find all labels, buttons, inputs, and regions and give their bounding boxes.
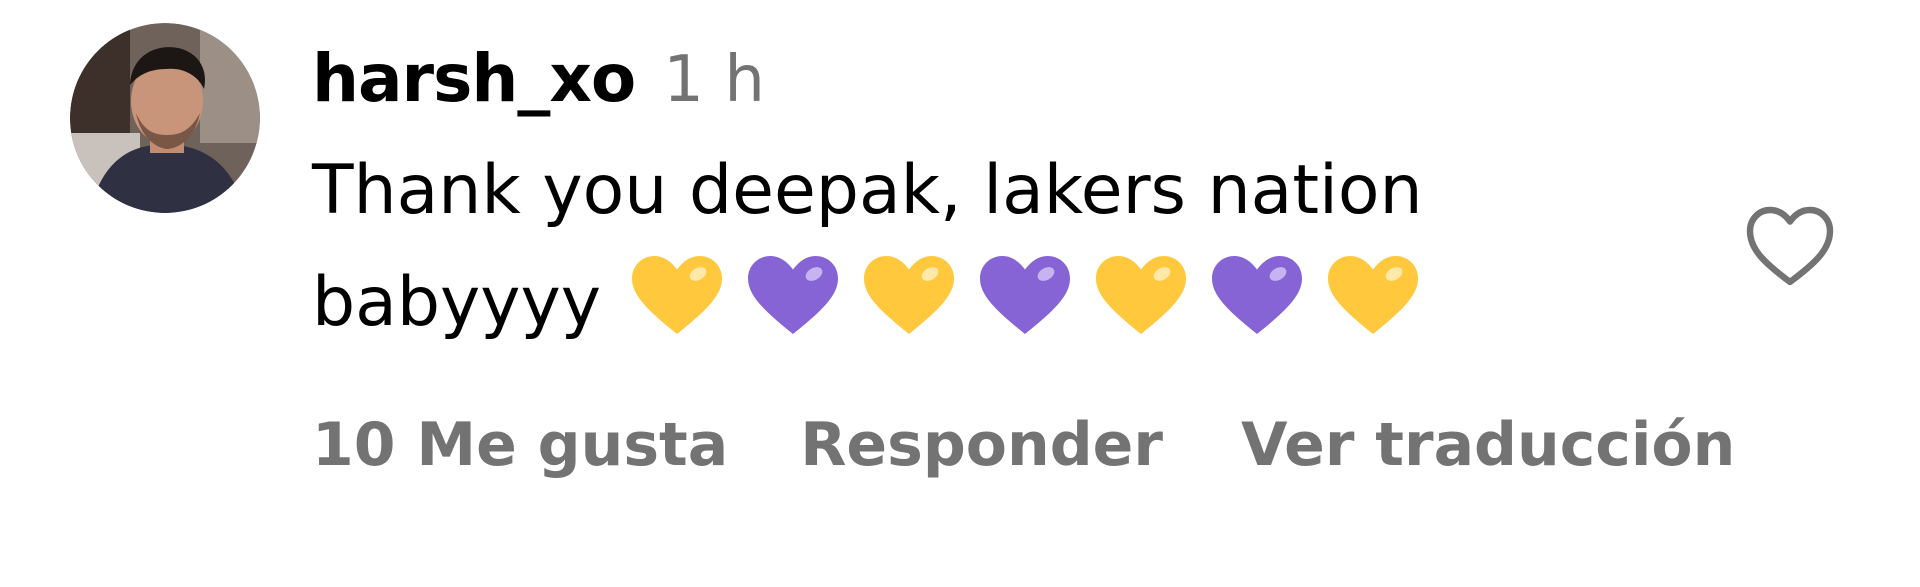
purple-heart-icon bbox=[1211, 256, 1302, 334]
yellow-heart-icon bbox=[863, 256, 954, 334]
comment-item: harsh_xo 1 h Thank you deepak, lakers na… bbox=[0, 0, 1920, 587]
purple-heart-icon bbox=[747, 256, 838, 334]
comment-actions: 10 Me gusta Responder Ver traducción bbox=[312, 410, 1813, 480]
comment-timestamp: 1 h bbox=[663, 43, 765, 117]
heart-outline-icon bbox=[1746, 206, 1834, 286]
emoji-group bbox=[629, 253, 1421, 337]
purple-heart-icon bbox=[979, 256, 1070, 334]
comment-header: harsh_xo 1 h bbox=[312, 40, 1692, 135]
like-button[interactable] bbox=[1742, 200, 1838, 290]
comment-text: Thank you deepak, lakers nation babyyyy bbox=[312, 135, 1612, 359]
reply-button[interactable]: Responder bbox=[800, 410, 1163, 480]
yellow-heart-icon bbox=[631, 256, 722, 334]
comment-body: harsh_xo 1 h Thank you deepak, lakers na… bbox=[312, 40, 1692, 359]
yellow-heart-icon bbox=[1327, 256, 1418, 334]
see-translation-button[interactable]: Ver traducción bbox=[1241, 410, 1735, 480]
username-link[interactable]: harsh_xo bbox=[312, 40, 636, 117]
yellow-heart-icon bbox=[1095, 256, 1186, 334]
likes-count-button[interactable]: 10 Me gusta bbox=[312, 410, 728, 480]
avatar[interactable] bbox=[70, 23, 260, 213]
